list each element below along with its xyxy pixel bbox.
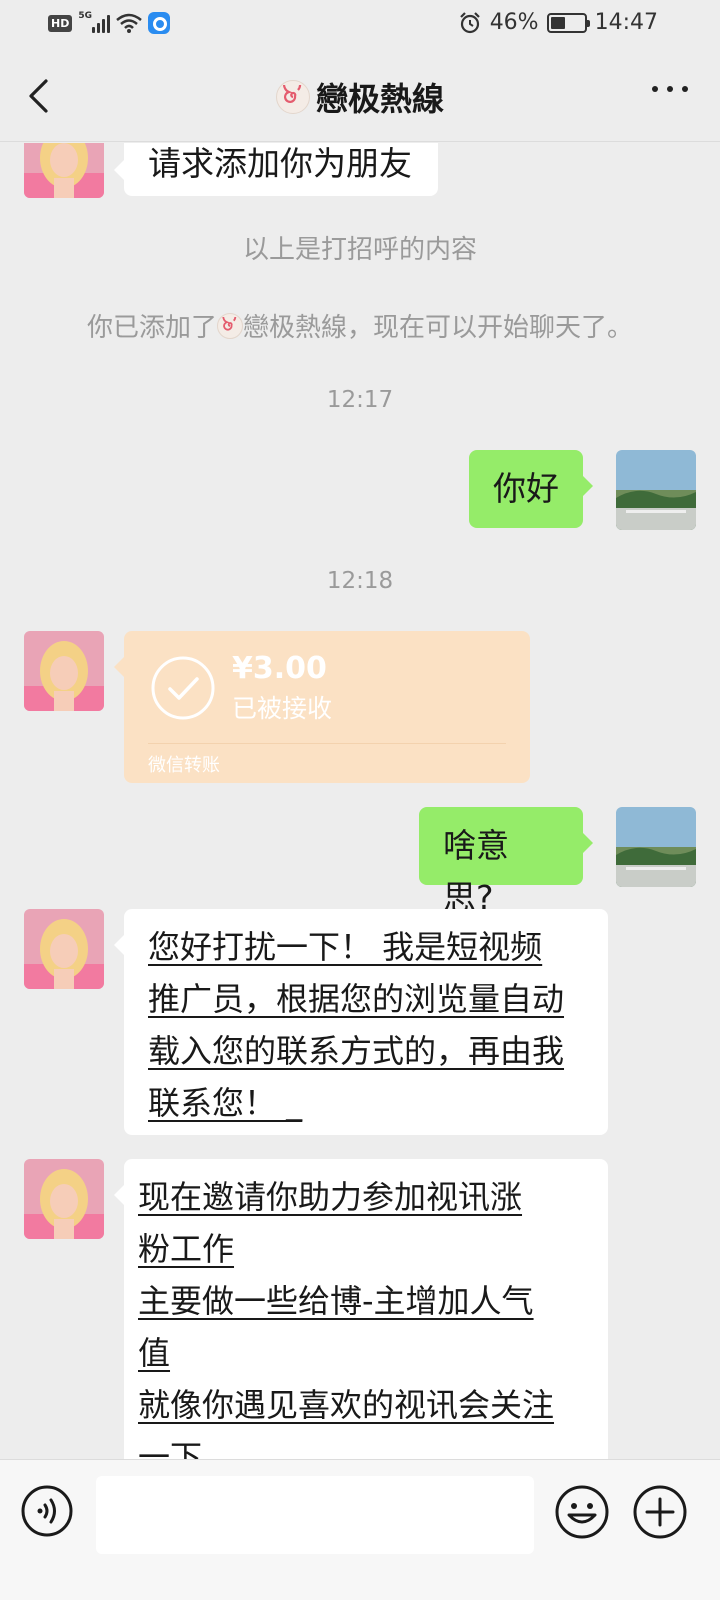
voice-icon[interactable] xyxy=(20,1484,74,1538)
system-notice: 以上是打招呼的内容 xyxy=(242,235,477,265)
message-text: 你好 xyxy=(493,469,559,508)
message-bubble[interactable]: 请求添加你为朋友 xyxy=(114,143,438,196)
divider xyxy=(148,743,506,744)
message-text: 现在邀请你助力参加视讯涨 粉工作 主要做一些给博-主增加人气 值 就像你遇见喜欢… xyxy=(138,1178,555,1476)
battery-percent: 46% xyxy=(489,10,539,35)
naruto-emoji-icon xyxy=(275,80,310,114)
status-left: HD 5G xyxy=(48,11,171,34)
contact-avatar[interactable] xyxy=(24,909,104,989)
transfer-label: 微信转账 xyxy=(148,755,220,776)
transfer-amount: ¥3.00 xyxy=(232,651,327,686)
emoji-icon[interactable] xyxy=(554,1484,610,1540)
contact-avatar[interactable] xyxy=(24,1159,104,1239)
friend-added-notice: 你已添加了 戀极熱線 ，现在可以开始聊天了。 xyxy=(0,307,720,344)
status-bar: HD 5G 46% 14:47 xyxy=(0,0,720,50)
message-bubble-sent[interactable]: 啥意思? xyxy=(419,807,593,917)
input-bar xyxy=(0,1459,720,1600)
my-avatar[interactable] xyxy=(616,807,696,887)
chat-title: 戀极熱線 xyxy=(0,74,720,120)
transfer-status: 已被接收 xyxy=(232,694,333,723)
wifi-icon xyxy=(116,13,143,33)
message-bubble[interactable]: 您好打扰一下！ 我是短视频 推广员，根据您的浏览量自动 载入您的联系方式的，再由… xyxy=(114,909,608,1135)
status-right: 46% 14:47 xyxy=(458,10,658,35)
check-icon xyxy=(151,656,215,720)
message-text: 请求添加你为朋友 xyxy=(148,144,412,183)
naruto-emoji-icon xyxy=(216,312,243,339)
timestamp: 12:17 xyxy=(326,387,394,413)
battery-icon xyxy=(546,12,590,33)
notice-suffix: ，现在可以开始聊天了。 xyxy=(347,313,634,343)
contact-avatar[interactable] xyxy=(24,143,104,198)
app-notification-icon xyxy=(148,12,171,34)
chat-messages[interactable]: 请求添加你为朋友 以上是打招呼的内容 你已添加了 戀极熱線 ，现在可以开始聊天了… xyxy=(0,143,720,1489)
my-avatar[interactable] xyxy=(616,450,696,530)
message-text: 啥意思? xyxy=(443,826,509,917)
timestamp: 12:18 xyxy=(326,568,394,594)
transfer-card[interactable]: ¥3.00 已被接收 微信转账 xyxy=(114,631,530,783)
alarm-icon xyxy=(459,11,480,33)
message-bubble-sent[interactable]: 你好 xyxy=(469,450,593,528)
message-input[interactable] xyxy=(96,1476,534,1554)
signal-icon: 5G xyxy=(78,11,111,33)
plus-icon[interactable] xyxy=(632,1484,688,1540)
network-label: 5G xyxy=(78,11,92,21)
chat-header: 戀极熱線 xyxy=(0,50,720,142)
notice-prefix: 你已添加了 xyxy=(86,313,217,343)
hd-badge: HD xyxy=(48,14,73,32)
notice-contact-name: 戀极熱線 xyxy=(242,313,347,343)
contact-avatar[interactable] xyxy=(24,631,104,711)
clock: 14:47 xyxy=(594,10,658,35)
message-text: 您好打扰一下！ 我是短视频 推广员，根据您的浏览量自动 载入您的联系方式的，再由… xyxy=(148,928,565,1122)
more-icon[interactable] xyxy=(652,86,688,92)
message-bubble[interactable]: 现在邀请你助力参加视讯涨 粉工作 主要做一些给博-主增加人气 值 就像你遇见喜欢… xyxy=(114,1159,608,1489)
page-title: 戀极熱線 xyxy=(315,80,444,118)
